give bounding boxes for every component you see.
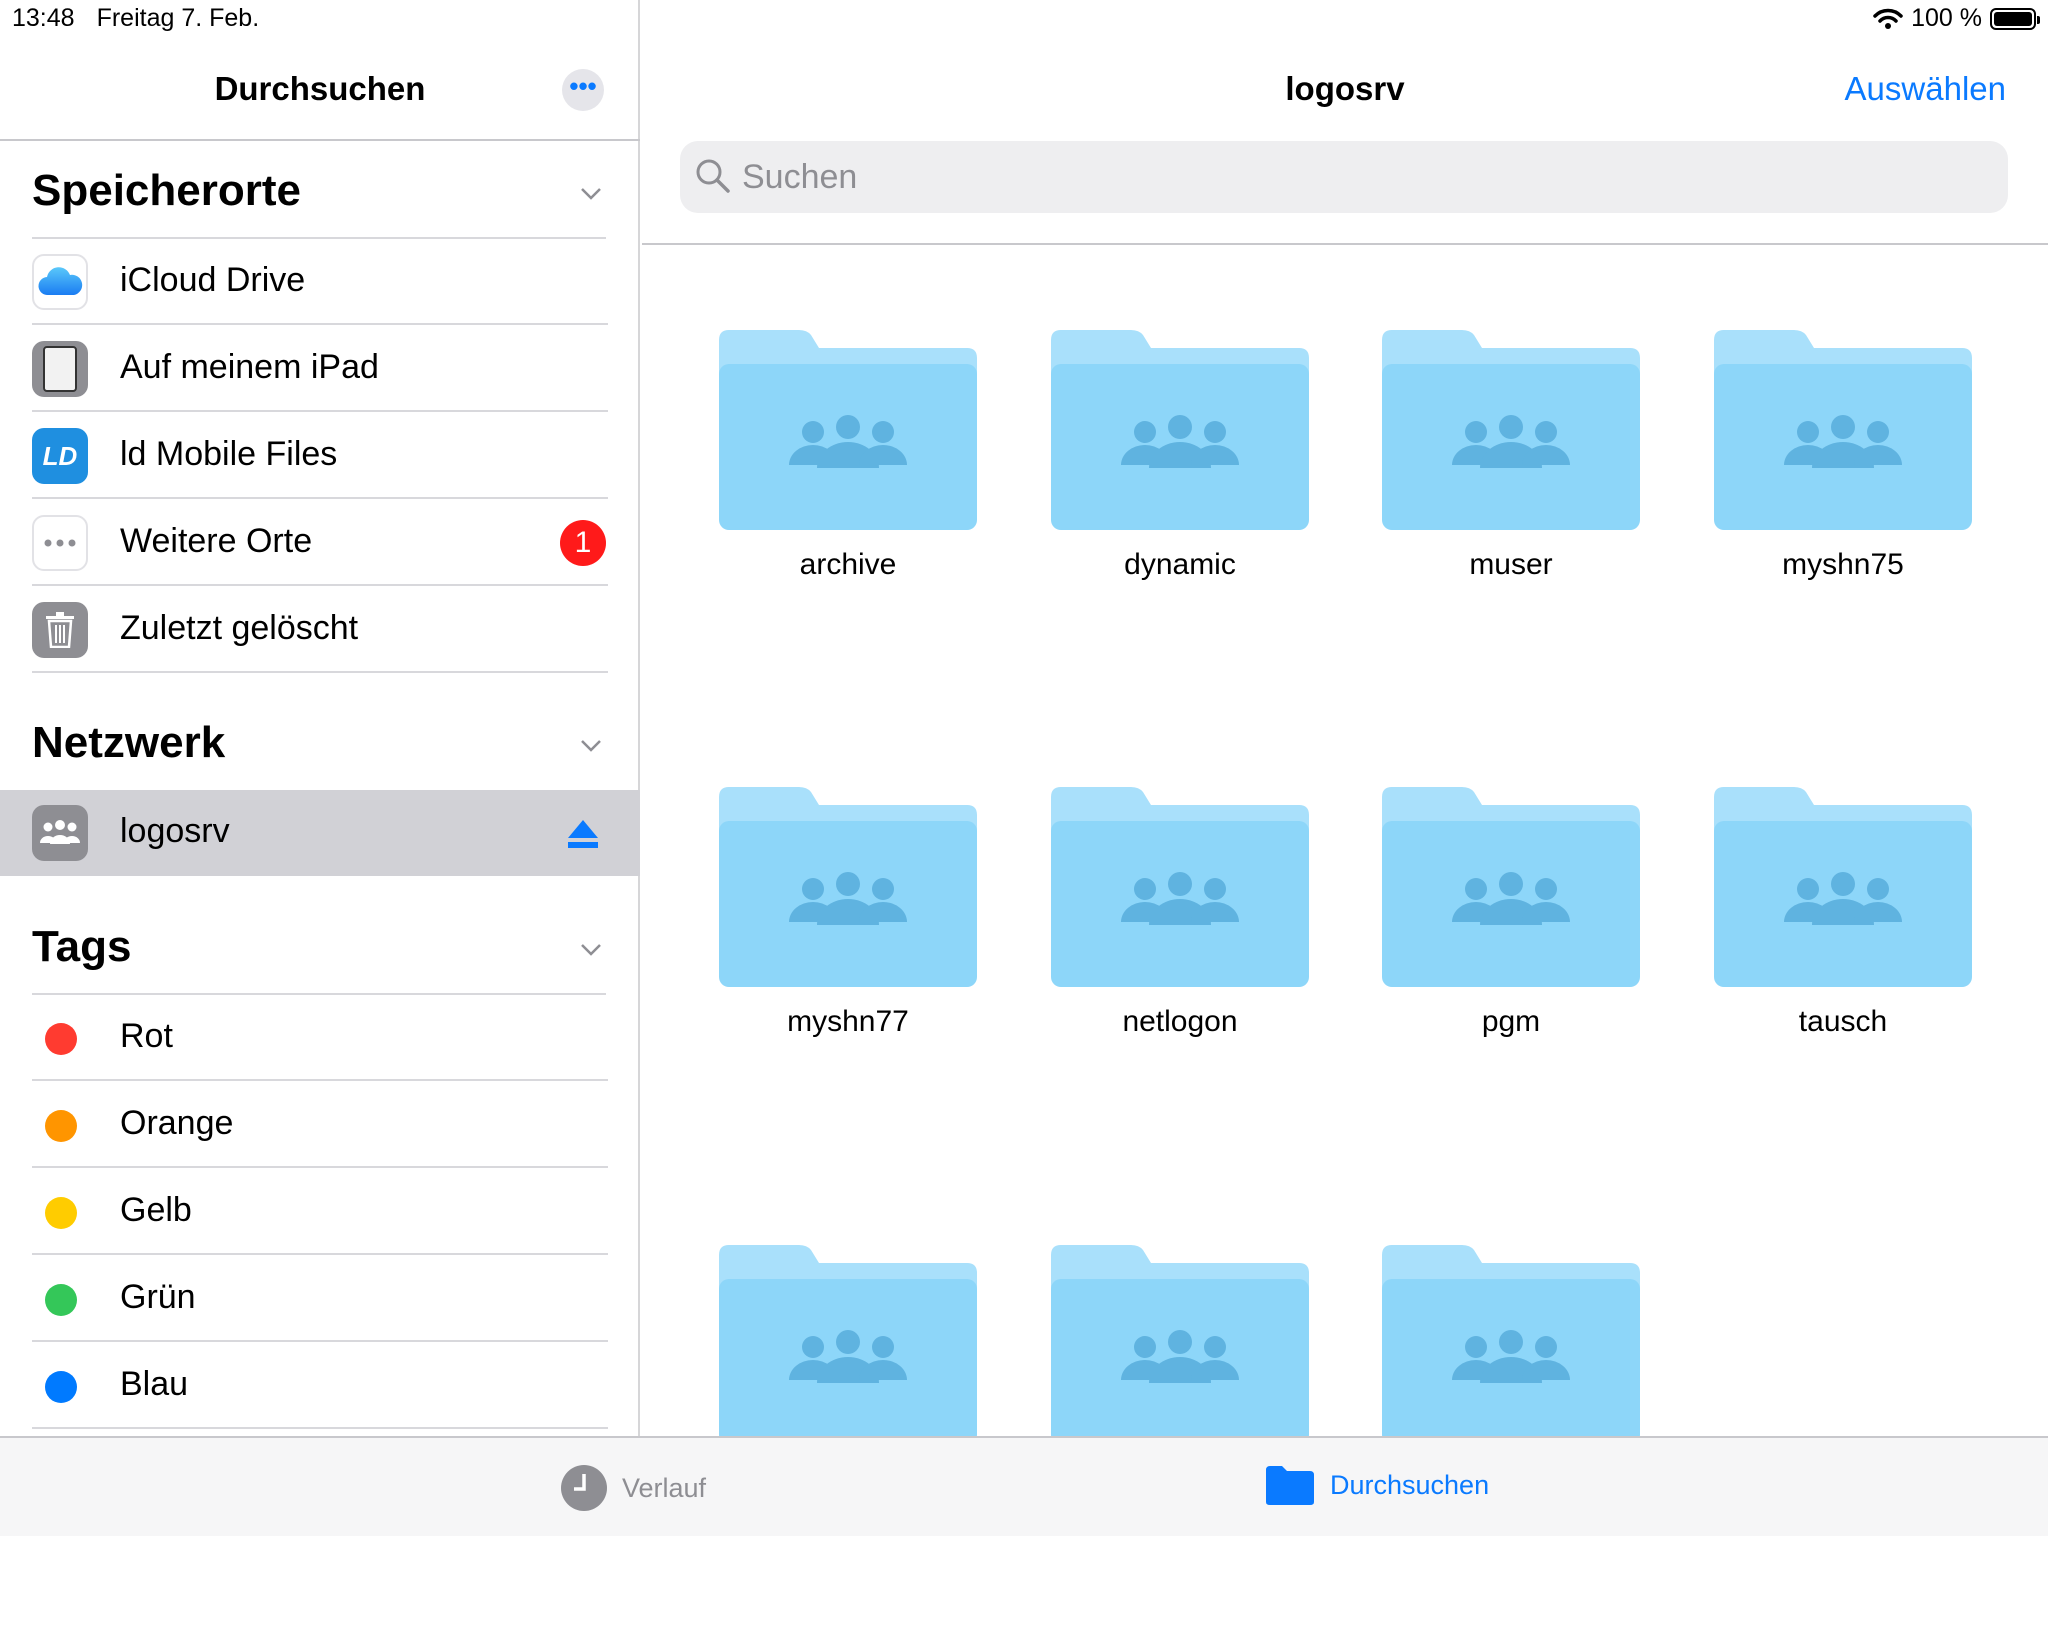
folder-name: pgm <box>1481 1005 1541 1038</box>
sidebar-item-label: logosrv <box>120 812 230 850</box>
sidebar-item-ld-mobile-files[interactable]: LD ld Mobile Files <box>0 413 640 499</box>
tag-item-red[interactable]: Rot <box>0 995 640 1081</box>
blue-tag-dot-icon <box>45 1371 77 1403</box>
folder-name: tausch <box>1798 1005 1888 1038</box>
more-icon <box>32 515 88 571</box>
folder-item[interactable]: tausch <box>1714 787 1972 1167</box>
section-header-network[interactable]: Netzwerk <box>32 718 225 768</box>
section-header-locations[interactable]: Speicherorte <box>32 166 301 216</box>
folder-name: netlogon <box>1122 1005 1238 1038</box>
sidebar-item-logosrv[interactable]: logosrv <box>0 790 640 876</box>
status-bar-right: 100 % <box>1873 4 2040 33</box>
tag-item-yellow[interactable]: Gelb <box>0 1169 640 1255</box>
section-header-tags[interactable]: Tags <box>32 922 131 972</box>
folder-item[interactable] <box>719 1245 977 1625</box>
tab-bar: Verlauf Durchsuchen <box>0 1436 2048 1536</box>
sidebar-item-recently-deleted[interactable]: Zuletzt gelöscht <box>0 587 640 673</box>
tag-label: Blau <box>120 1365 189 1403</box>
divider <box>0 139 640 141</box>
shared-folder-icon <box>719 787 977 987</box>
tag-item-green[interactable]: Grün <box>0 1256 640 1342</box>
ipad-icon <box>32 341 88 397</box>
shared-folder-icon <box>1382 330 1640 530</box>
battery-icon <box>1990 7 2040 30</box>
shared-folder-icon <box>1051 787 1309 987</box>
tag-item-blue[interactable]: Blau <box>0 1343 640 1429</box>
page-title: logosrv <box>1285 70 1405 107</box>
select-button[interactable]: Auswählen <box>1845 70 2006 108</box>
ld-app-icon: LD <box>32 428 88 484</box>
folder-name: myshn77 <box>787 1005 909 1038</box>
server-icon <box>32 805 88 861</box>
shared-folder-icon <box>1382 787 1640 987</box>
folder-item[interactable]: muser <box>1382 330 1640 710</box>
tab-recents[interactable]: Verlauf <box>560 1464 706 1512</box>
orange-tag-dot-icon <box>45 1110 77 1142</box>
yellow-tag-dot-icon <box>45 1197 77 1229</box>
folder-name: myshn75 <box>1782 548 1904 581</box>
chevron-down-icon[interactable] <box>580 734 602 756</box>
divider <box>642 243 2048 245</box>
folder-name: muser <box>1469 548 1553 581</box>
shared-folder-icon <box>1051 330 1309 530</box>
folder-item[interactable]: myshn77 <box>719 787 977 1167</box>
tag-label: Rot <box>120 1017 173 1055</box>
more-options-button[interactable]: ••• <box>562 69 604 111</box>
wifi-icon <box>1873 8 1903 29</box>
folder-item[interactable]: pgm <box>1382 787 1640 1167</box>
shared-folder-icon <box>1714 330 1972 530</box>
tag-label: Grün <box>120 1278 196 1316</box>
folder-icon <box>1266 1466 1314 1505</box>
folder-item[interactable] <box>1382 1245 1640 1625</box>
tab-label: Verlauf <box>622 1472 707 1503</box>
icloud-icon <box>32 254 88 310</box>
notification-badge: 1 <box>560 520 606 566</box>
folder-item[interactable]: myshn75 <box>1714 330 1972 710</box>
folder-item[interactable]: dynamic <box>1051 330 1309 710</box>
search-icon <box>696 159 730 193</box>
search-input[interactable]: Suchen <box>680 141 2008 213</box>
battery-percent: 100 % <box>1911 4 1982 32</box>
shared-folder-icon <box>1714 787 1972 987</box>
tag-item-orange[interactable]: Orange <box>0 1082 640 1168</box>
trash-icon <box>32 602 88 658</box>
sidebar-item-label: iCloud Drive <box>120 261 306 299</box>
tag-label: Orange <box>120 1104 234 1142</box>
tag-label: Gelb <box>120 1191 192 1229</box>
folder-item[interactable] <box>1051 1245 1309 1625</box>
eject-icon[interactable] <box>566 818 600 850</box>
chevron-down-icon[interactable] <box>580 938 602 960</box>
sidebar-item-more-locations[interactable]: Weitere Orte 1 <box>0 500 640 586</box>
green-tag-dot-icon <box>45 1284 77 1316</box>
sidebar: Durchsuchen ••• Speicherorte iCloud Driv… <box>0 0 640 1436</box>
folder-item[interactable]: netlogon <box>1051 787 1309 1167</box>
sidebar-item-label: Weitere Orte <box>120 522 313 560</box>
folder-name: dynamic <box>1124 548 1236 581</box>
chevron-down-icon[interactable] <box>580 182 602 204</box>
sidebar-item-label: Auf meinem iPad <box>120 348 379 386</box>
tab-browse[interactable]: Durchsuchen <box>1264 1464 1489 1506</box>
sidebar-item-icloud-drive[interactable]: iCloud Drive <box>0 239 640 325</box>
sidebar-item-label: Zuletzt gelöscht <box>120 609 359 647</box>
folder-name: archive <box>799 548 897 581</box>
clock-icon <box>561 1465 607 1511</box>
tab-label: Durchsuchen <box>1330 1469 1490 1500</box>
search-placeholder: Suchen <box>742 158 858 196</box>
red-tag-dot-icon <box>45 1023 77 1055</box>
sidebar-title: Durchsuchen <box>214 70 426 107</box>
shared-folder-icon <box>719 330 977 530</box>
folder-item[interactable]: archive <box>719 330 977 710</box>
sidebar-item-label: ld Mobile Files <box>120 435 338 473</box>
sidebar-item-on-my-ipad[interactable]: Auf meinem iPad <box>0 326 640 412</box>
